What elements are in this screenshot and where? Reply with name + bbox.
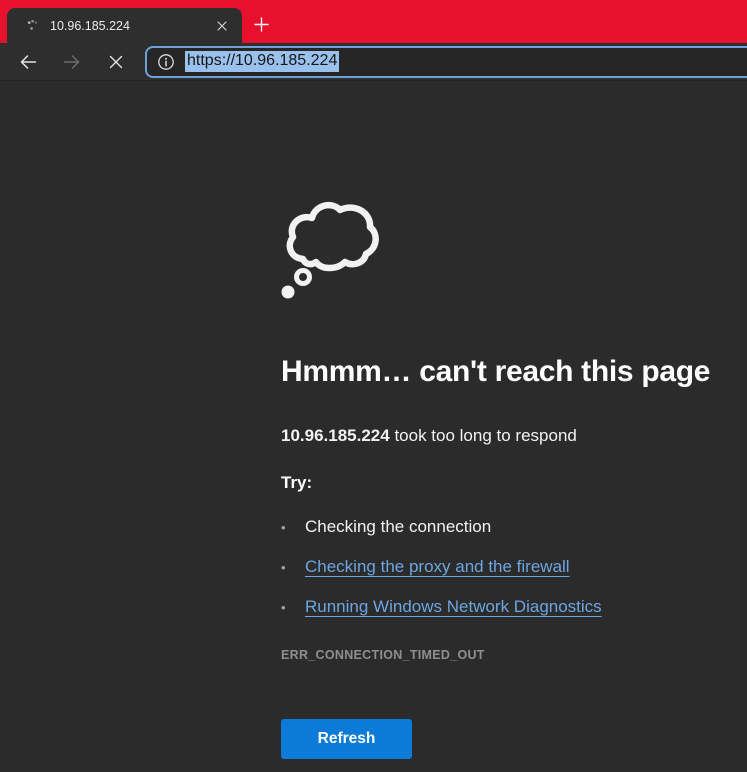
error-page: Hmmm… can't reach this page 10.96.185.22… xyxy=(0,81,747,772)
navigation-toolbar: https://10.96.185.224 xyxy=(0,43,747,81)
browser-window: 10.96.185.224 xyxy=(0,0,747,772)
site-info-icon[interactable] xyxy=(156,52,176,72)
suggestion-text: Checking the connection xyxy=(305,517,491,537)
list-item: • Checking the proxy and the firewall xyxy=(281,557,602,576)
error-code: ERR_CONNECTION_TIMED_OUT xyxy=(281,648,485,662)
list-item: • Checking the connection xyxy=(281,517,602,536)
back-arrow-icon xyxy=(18,52,38,72)
stop-button[interactable] xyxy=(100,47,132,77)
new-tab-button[interactable] xyxy=(248,11,274,37)
refresh-button[interactable]: Refresh xyxy=(281,719,412,759)
error-title: Hmmm… can't reach this page xyxy=(281,355,710,389)
network-diagnostics-link[interactable]: Running Windows Network Diagnostics xyxy=(305,597,602,617)
error-subtitle: 10.96.185.224 took too long to respond xyxy=(281,426,577,446)
forward-button[interactable] xyxy=(56,47,88,77)
tab-loading-spinner-icon xyxy=(25,18,41,34)
thought-bubble-cloud-icon xyxy=(278,196,380,304)
tab-strip: 10.96.185.224 xyxy=(0,0,747,43)
try-label: Try: xyxy=(281,473,312,493)
error-subtitle-text: took too long to respond xyxy=(390,426,577,445)
proxy-firewall-link[interactable]: Checking the proxy and the firewall xyxy=(305,557,570,577)
address-bar[interactable]: https://10.96.185.224 xyxy=(145,46,747,78)
bullet-icon: • xyxy=(281,600,305,615)
stop-x-icon xyxy=(107,53,125,71)
forward-arrow-icon xyxy=(62,52,82,72)
tab-close-icon[interactable] xyxy=(212,16,232,36)
back-button[interactable] xyxy=(12,47,44,77)
suggestion-list: • Checking the connection • Checking the… xyxy=(281,517,602,637)
bullet-icon: • xyxy=(281,520,305,535)
list-item: • Running Windows Network Diagnostics xyxy=(281,597,602,616)
error-host: 10.96.185.224 xyxy=(281,426,390,445)
url-selected-text: https://10.96.185.224 xyxy=(185,51,339,72)
tab-title: 10.96.185.224 xyxy=(50,19,212,33)
plus-icon xyxy=(254,17,269,32)
bullet-icon: • xyxy=(281,560,305,575)
browser-tab[interactable]: 10.96.185.224 xyxy=(7,8,242,43)
